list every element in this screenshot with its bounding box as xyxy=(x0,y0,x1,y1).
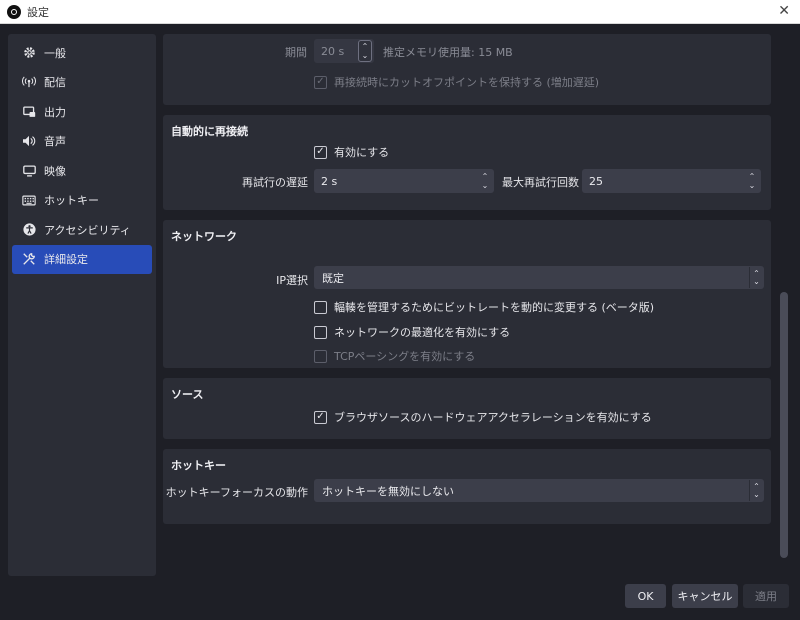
chevron-up-icon: ⌃ xyxy=(748,172,756,181)
keep-cutoff-checkbox[interactable]: ✓ 再接続時にカットオフポイントを保持する (増加遅延) xyxy=(314,74,599,90)
sidebar-item-label: 映像 xyxy=(44,164,66,178)
dynamic-bitrate-label: 輻輳を管理するためにビットレートを動的に変更する (ベータ版) xyxy=(334,301,655,314)
spin-arrows[interactable]: ⌃ ⌄ xyxy=(746,171,758,191)
network-group: ネットワーク IP選択 既定 ⌃ ⌄ 輻輳を管理するためにビットレートを動的に変… xyxy=(163,220,771,368)
hotkeys-title: ホットキー xyxy=(171,459,226,472)
sidebar-item-label: 詳細設定 xyxy=(44,253,88,267)
chevron-down-icon: ⌄ xyxy=(361,51,369,60)
tcp-pacing-checkbox[interactable]: TCPペーシングを有効にする xyxy=(314,348,475,364)
chevron-down-icon: ⌄ xyxy=(753,489,760,499)
sidebar-item-general[interactable]: 一般 xyxy=(12,38,152,68)
output-icon xyxy=(20,106,38,118)
network-title: ネットワーク xyxy=(171,230,237,243)
duration-label: 期間 xyxy=(285,46,307,59)
reconnect-group: 自動的に再接続 ✓ 有効にする 再試行の遅延 2 s ⌃ ⌄ 最大再試行回数 2… xyxy=(163,115,771,210)
chevron-up-icon: ⌃ xyxy=(361,42,369,51)
check-icon: ✓ xyxy=(316,411,325,422)
obs-logo-icon xyxy=(7,4,21,19)
chevron-down-icon: ⌄ xyxy=(748,181,756,190)
hotkey-focus-value: ホットキーを無効にしない xyxy=(322,484,454,498)
vertical-scrollbar[interactable] xyxy=(780,292,788,558)
max-retries-label: 最大再試行回数 xyxy=(502,176,579,189)
hotkey-focus-label: ホットキーフォーカスの動作 xyxy=(165,486,308,499)
apply-button[interactable]: 適用 xyxy=(743,584,789,608)
window-title: 設定 xyxy=(27,5,49,19)
checkbox-box: ✓ xyxy=(314,75,327,89)
gear-icon xyxy=(20,46,38,59)
accessibility-icon xyxy=(20,223,38,236)
sidebar-item-label: 音声 xyxy=(44,135,66,149)
ip-select-label: IP選択 xyxy=(276,274,308,287)
title-bar: 設定 ✕ xyxy=(0,0,800,24)
ok-button[interactable]: OK xyxy=(625,584,666,608)
checkbox-box: ✓ xyxy=(314,410,327,424)
antenna-icon xyxy=(20,76,38,88)
reconnect-enable-checkbox[interactable]: ✓ 有効にする xyxy=(314,144,389,160)
sidebar-item-label: 出力 xyxy=(44,105,66,119)
sources-title: ソース xyxy=(171,388,204,401)
advanced-settings-panel: 期間 20 s ⌃ ⌄ 推定メモリ使用量: 15 MB ✓ 再接続時にカットオフ… xyxy=(163,34,773,554)
checkbox-box xyxy=(314,300,327,314)
sidebar-item-video[interactable]: 映像 xyxy=(12,156,152,186)
sources-group: ソース ✓ ブラウザソースのハードウェアアクセラレーションを有効にする xyxy=(163,378,771,439)
checkbox-box xyxy=(314,325,327,339)
sidebar-item-hotkeys[interactable]: ホットキー xyxy=(12,186,152,216)
sidebar-item-stream[interactable]: 配信 xyxy=(12,68,152,98)
max-retries-value: 25 xyxy=(589,174,603,188)
reconnect-enable-label: 有効にする xyxy=(334,146,390,159)
reconnect-title: 自動的に再接続 xyxy=(171,125,248,138)
close-icon[interactable]: ✕ xyxy=(778,3,790,19)
sidebar-item-accessibility[interactable]: アクセシビリティ xyxy=(12,215,152,245)
speaker-icon xyxy=(20,135,38,147)
sidebar-item-label: ホットキー xyxy=(44,194,99,208)
spin-arrows[interactable]: ⌃ ⌄ xyxy=(479,171,491,191)
browser-hw-accel-checkbox[interactable]: ✓ ブラウザソースのハードウェアアクセラレーションを有効にする xyxy=(314,409,652,425)
chevron-up-icon: ⌃ xyxy=(481,172,489,181)
settings-sidebar: 一般 配信 出力 音声 映像 ホットキー アクセシビリティ 詳細設定 xyxy=(8,34,156,576)
sidebar-item-label: 一般 xyxy=(44,46,66,60)
dialog-body: 一般 配信 出力 音声 映像 ホットキー アクセシビリティ 詳細設定 期間 20… xyxy=(0,24,800,620)
cancel-button[interactable]: キャンセル xyxy=(672,584,738,608)
sidebar-item-label: アクセシビリティ xyxy=(44,223,131,237)
spin-arrows[interactable]: ⌃ ⌄ xyxy=(358,40,372,62)
check-icon: ✓ xyxy=(316,76,325,87)
chevron-down-icon: ⌄ xyxy=(481,181,489,190)
dynamic-bitrate-checkbox[interactable]: 輻輳を管理するためにビットレートを動的に変更する (ベータ版) xyxy=(314,299,654,315)
retry-delay-spinbox[interactable]: 2 s ⌃ ⌄ xyxy=(314,169,494,193)
ip-select-dropdown[interactable]: 既定 ⌃ ⌄ xyxy=(314,266,764,289)
hotkeys-group: ホットキー ホットキーフォーカスの動作 ホットキーを無効にしない ⌃ ⌄ xyxy=(163,449,771,524)
retry-delay-value: 2 s xyxy=(321,174,338,188)
retry-delay-label: 再試行の遅延 xyxy=(242,176,308,189)
memory-estimate: 推定メモリ使用量: 15 MB xyxy=(383,46,513,59)
duration-value: 20 s xyxy=(321,44,345,58)
network-optimize-label: ネットワークの最適化を有効にする xyxy=(334,326,511,339)
monitor-icon xyxy=(20,165,38,177)
dropdown-arrows: ⌃ ⌄ xyxy=(749,267,763,288)
sidebar-item-label: 配信 xyxy=(44,76,66,90)
max-retries-spinbox[interactable]: 25 ⌃ ⌄ xyxy=(582,169,761,193)
tools-icon xyxy=(20,252,38,266)
duration-spinbox[interactable]: 20 s ⌃ ⌄ xyxy=(314,39,374,63)
check-icon: ✓ xyxy=(316,146,325,157)
sidebar-item-audio[interactable]: 音声 xyxy=(12,127,152,157)
dropdown-arrows: ⌃ ⌄ xyxy=(749,480,763,501)
sidebar-item-advanced[interactable]: 詳細設定 xyxy=(12,244,152,274)
hotkey-focus-dropdown[interactable]: ホットキーを無効にしない ⌃ ⌄ xyxy=(314,479,764,502)
browser-hw-accel-label: ブラウザソースのハードウェアアクセラレーションを有効にする xyxy=(334,411,652,424)
delay-group: 期間 20 s ⌃ ⌄ 推定メモリ使用量: 15 MB ✓ 再接続時にカットオフ… xyxy=(163,34,771,105)
checkbox-box xyxy=(314,349,327,363)
checkbox-box: ✓ xyxy=(314,145,327,159)
chevron-down-icon: ⌄ xyxy=(753,276,760,286)
network-optimize-checkbox[interactable]: ネットワークの最適化を有効にする xyxy=(314,324,510,340)
sidebar-item-output[interactable]: 出力 xyxy=(12,97,152,127)
ip-select-value: 既定 xyxy=(322,271,344,285)
keyboard-icon xyxy=(20,195,38,206)
keep-cutoff-label: 再接続時にカットオフポイントを保持する (増加遅延) xyxy=(334,76,600,89)
tcp-pacing-label: TCPペーシングを有効にする xyxy=(334,350,476,363)
